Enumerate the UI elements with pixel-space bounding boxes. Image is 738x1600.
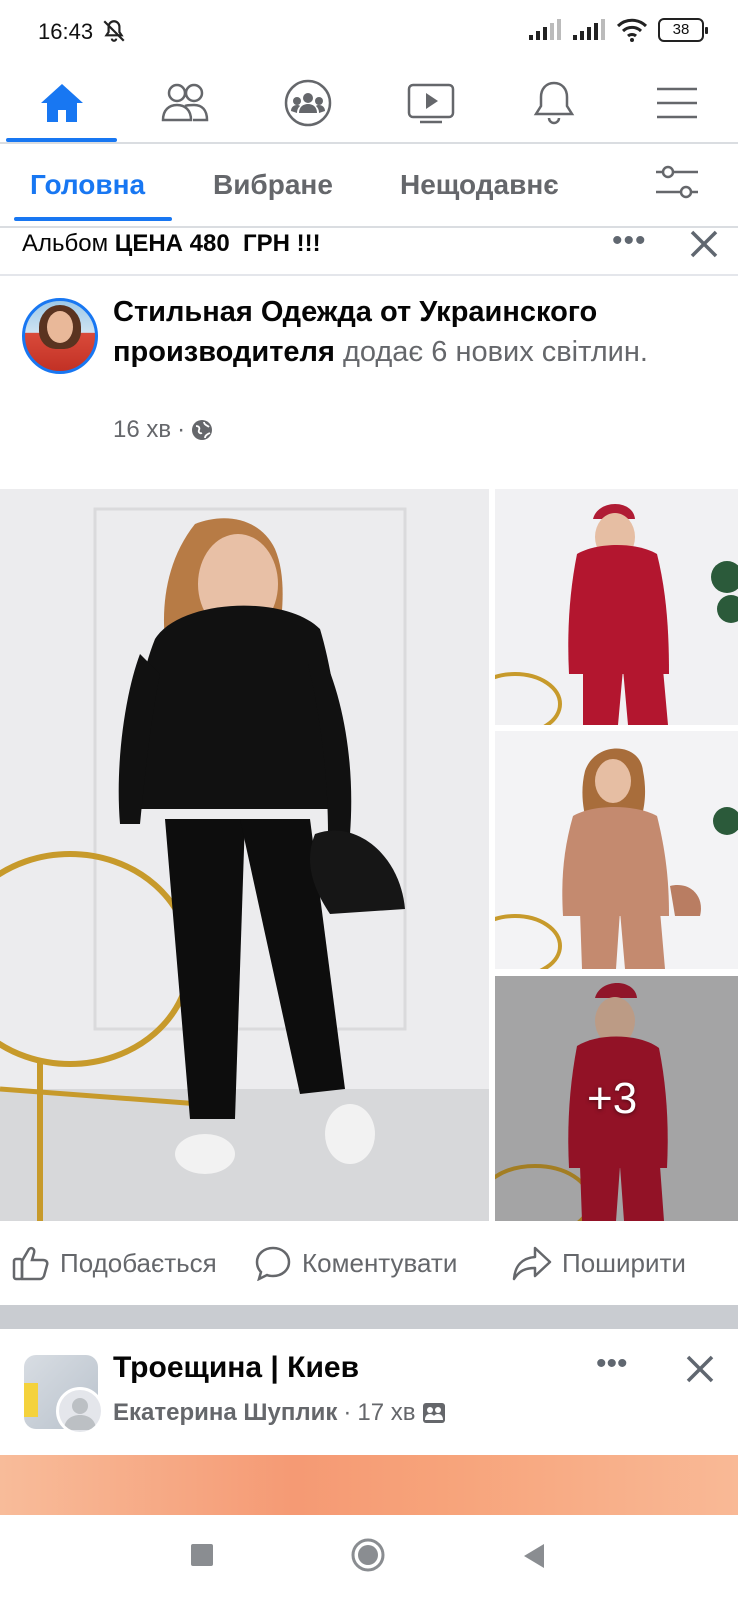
bell-off-icon — [103, 20, 125, 42]
photo-burgundy-tracksuit — [495, 489, 738, 725]
home-circle-icon[interactable] — [350, 1537, 386, 1573]
post2-time[interactable]: 17 хв — [357, 1399, 415, 1427]
more-photos-count[interactable]: +3 — [587, 1074, 637, 1124]
status-bar: 16:43 38 — [0, 0, 738, 64]
share-button[interactable]: Поширити — [512, 1245, 686, 1281]
post-photo-thumb-3[interactable]: +3 — [495, 976, 738, 1221]
post-actions: Подобається Коментувати Поширити — [0, 1221, 738, 1305]
photo-beige-tracksuit — [495, 731, 738, 969]
post-header: Стильная Одежда от Украинского производи… — [0, 276, 738, 486]
post-photo-thumb-1[interactable] — [495, 489, 738, 725]
post-time[interactable]: 16 хв — [113, 416, 171, 444]
nav-groups[interactable] — [246, 64, 369, 142]
top-navigation — [0, 64, 738, 142]
close-icon[interactable] — [684, 1353, 716, 1385]
globe-icon — [192, 420, 213, 440]
album-prefix: Альбом — [22, 230, 109, 257]
nav-home[interactable] — [0, 64, 123, 142]
group-name[interactable]: Троещина | Киев — [113, 1351, 359, 1385]
notifications-icon — [533, 81, 574, 125]
more-options-icon[interactable]: ••• — [612, 226, 647, 256]
post2-image-preview[interactable] — [0, 1455, 738, 1515]
menu-icon — [656, 87, 697, 119]
back-icon[interactable] — [522, 1543, 546, 1569]
system-navigation — [0, 1515, 738, 1600]
friends-icon — [161, 83, 208, 122]
album-strip[interactable]: Альбом ЦЕНА 480 ГРН !!! ••• — [0, 226, 738, 274]
wifi-icon — [616, 18, 648, 42]
video-icon — [407, 83, 454, 124]
active-tab-indicator — [14, 217, 172, 221]
post-action-text: додає 6 нових світлин. — [342, 336, 648, 368]
meta-separator: · — [343, 1399, 352, 1426]
default-user-icon — [64, 1398, 96, 1430]
group-members-icon — [422, 1403, 445, 1423]
page-avatar[interactable] — [22, 298, 98, 374]
share-label: Поширити — [562, 1247, 686, 1278]
battery-icon: 38 — [658, 18, 708, 42]
more-options-icon[interactable]: ••• — [596, 1347, 628, 1381]
post-meta: 16 хв · — [113, 416, 213, 444]
signal-icon — [529, 19, 561, 40]
comment-button[interactable]: Коментувати — [254, 1245, 457, 1281]
status-time: 16:43 — [38, 19, 94, 44]
close-icon[interactable] — [688, 228, 720, 260]
comment-icon — [255, 1246, 291, 1281]
author-avatar[interactable] — [56, 1387, 104, 1435]
groups-icon — [284, 79, 331, 127]
nav-friends[interactable] — [123, 64, 246, 142]
thumbs-up-icon — [12, 1246, 49, 1281]
author-name[interactable]: Екатерина Шуплик — [113, 1399, 337, 1427]
signal-icon — [573, 19, 605, 40]
nav-notifications[interactable] — [492, 64, 615, 142]
status-icons: 38 — [528, 18, 708, 42]
tab-recent[interactable]: Нещодавнє — [400, 169, 559, 201]
album-label: Альбом ЦЕНА 480 ГРН !!! — [22, 230, 321, 258]
nav-menu[interactable] — [615, 64, 738, 142]
tab-favorites[interactable]: Вибране — [213, 169, 333, 201]
post-title: Стильная Одежда от Украинского производи… — [113, 292, 713, 372]
like-button[interactable]: Подобається — [12, 1245, 217, 1281]
nav-video[interactable] — [369, 64, 492, 142]
feed-tabs: Головна Вибране Нещодавнє — [0, 144, 738, 224]
tab-home[interactable]: Головна — [30, 169, 145, 201]
post-2: Троещина | Киев Екатерина Шуплик · 17 хв… — [0, 1329, 738, 1455]
comment-label: Коментувати — [302, 1247, 458, 1278]
like-label: Подобається — [60, 1247, 217, 1278]
photo-black-tracksuit — [0, 489, 489, 1221]
filter-sliders-icon[interactable] — [654, 162, 700, 202]
post-photo-main[interactable] — [0, 489, 489, 1221]
meta-separator: · — [177, 416, 186, 443]
recents-icon[interactable] — [190, 1543, 214, 1567]
feed-separator — [0, 1305, 738, 1329]
post2-meta: Екатерина Шуплик · 17 хв — [113, 1399, 446, 1427]
album-title: ЦЕНА 480 ГРН !!! — [114, 230, 321, 257]
post-photo-thumb-2[interactable] — [495, 731, 738, 969]
share-icon — [512, 1246, 552, 1281]
home-icon — [40, 84, 83, 122]
